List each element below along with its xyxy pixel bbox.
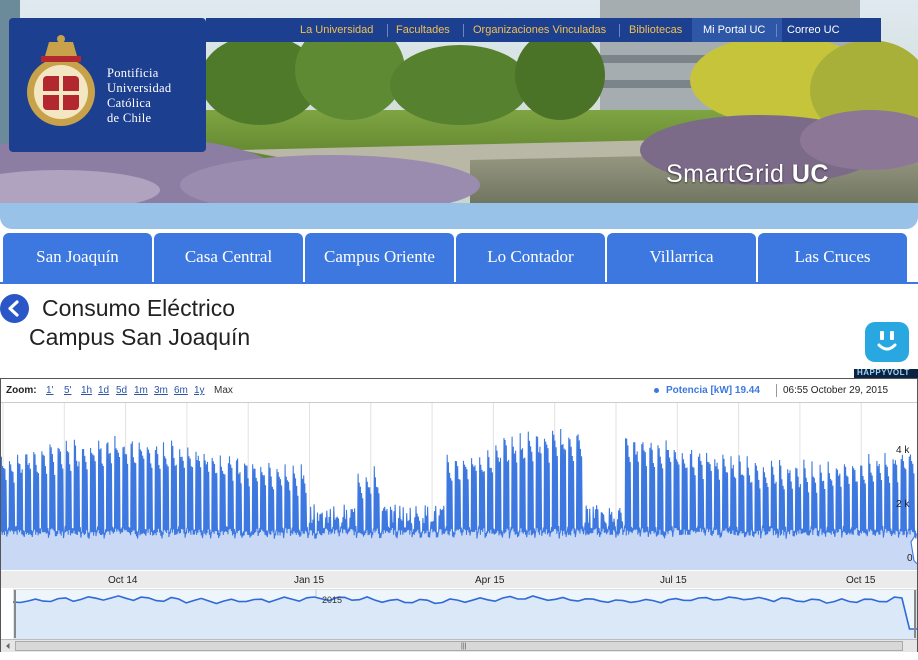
zoom-5-days[interactable]: 5d [116, 385, 127, 396]
topnav-divider [619, 24, 620, 37]
scrollbar-grip-icon: ||| [461, 643, 467, 650]
tab-casa-central[interactable]: Casa Central [154, 233, 303, 283]
happyvolt-logo[interactable] [865, 322, 909, 362]
navigator-left-handle[interactable] [14, 590, 16, 638]
topnav-organizaciones-vinculadas[interactable]: Organizaciones Vinculadas [473, 24, 606, 36]
zoom-1-month[interactable]: 1m [134, 385, 148, 396]
topnav-divider [776, 24, 777, 37]
university-name-line-3: Católica [107, 96, 152, 110]
zoom-6-months[interactable]: 6m [174, 385, 188, 396]
page-title: Consumo Eléctrico [42, 295, 236, 321]
tab-san-joaquin[interactable]: San Joaquín [3, 233, 152, 283]
power-chart: Zoom: 1' 5' 1h 1d 5d 1m 3m 6m 1y Max Pot… [0, 378, 918, 652]
chart-toolbar: Zoom: 1' 5' 1h 1d 5d 1m 3m 6m 1y Max Pot… [1, 379, 917, 403]
happyvolt-text: HAPPYVOLT [857, 369, 910, 377]
navigator-year-label: 2015 [322, 595, 343, 605]
x-axis-band [1, 571, 917, 588]
brand-suffix: UC [791, 160, 829, 188]
page-root: Pontificia Universidad Católica de Chile… [0, 0, 918, 660]
legend-timestamp: 06:55 October 29, 2015 [783, 385, 889, 396]
x-tick-oct-15: Oct 15 [846, 575, 876, 586]
zoom-1-year[interactable]: 1y [194, 385, 205, 396]
zoom-label: Zoom: [6, 385, 37, 396]
zoom-max[interactable]: Max [214, 385, 233, 396]
campus-tabs: San Joaquín Casa Central Campus Oriente … [3, 233, 918, 283]
tab-lo-contador[interactable]: Lo Contador [456, 233, 605, 283]
page-subtitle: Campus San Joaquín [29, 324, 251, 350]
brand-prefix: SmartGrid [666, 160, 785, 188]
zoom-1-hour[interactable]: 1h [81, 385, 92, 396]
x-tick-apr-15: Apr 15 [475, 575, 505, 586]
chevron-left-icon [8, 300, 19, 317]
scrollbar-thumb[interactable]: ||| [15, 641, 903, 651]
zoom-5-minutes[interactable]: 5' [64, 385, 71, 396]
university-logo[interactable]: Pontificia Universidad Católica de Chile [9, 18, 206, 152]
topnav-facultades[interactable]: Facultades [396, 24, 450, 36]
chart-scrollbar[interactable]: ||| [1, 639, 917, 652]
scroll-left-arrow-icon[interactable] [3, 641, 13, 651]
topnav-bibliotecas[interactable]: Bibliotecas [629, 24, 682, 36]
x-tick-jan-15: Jan 15 [294, 575, 325, 586]
navigator-right-handle[interactable] [914, 590, 916, 638]
header-strip [0, 203, 918, 229]
y-tick-0: 0 [907, 553, 913, 564]
zoom-1-minute[interactable]: 1' [46, 385, 53, 396]
topnav-correo-uc[interactable]: Correo UC [787, 24, 840, 36]
y-tick-4k: 4 k [896, 445, 910, 456]
legend-divider [776, 384, 777, 397]
legend-series-value[interactable]: Potencia [kW] 19.44 [666, 385, 760, 396]
topnav-la-universidad[interactable]: La Universidad [300, 24, 373, 36]
plot-area[interactable] [1, 403, 917, 576]
tabs-underline [0, 282, 918, 284]
top-navigation: La Universidad Facultades Organizaciones… [206, 18, 881, 42]
smartgrid-brand: SmartGrid UC [666, 160, 829, 189]
happyvolt-badge: HAPPYVOLT [854, 369, 918, 378]
zoom-3-months[interactable]: 3m [154, 385, 168, 396]
x-tick-oct-14: Oct 14 [108, 575, 138, 586]
site-header: Pontificia Universidad Católica de Chile… [0, 0, 918, 205]
legend-marker [654, 388, 659, 393]
university-name-line-1: Pontificia [107, 66, 159, 80]
university-crest-icon [27, 35, 95, 126]
y-tick-2k: 2 k [896, 499, 910, 510]
university-name-line-2: Universidad [107, 81, 172, 95]
topnav-mi-portal-uc[interactable]: Mi Portal UC [703, 24, 765, 36]
tab-villarrica[interactable]: Villarrica [607, 233, 756, 283]
range-navigator[interactable] [13, 589, 917, 639]
plug-socket-icon [877, 331, 897, 351]
zoom-1-day[interactable]: 1d [98, 385, 109, 396]
x-tick-jul-15: Jul 15 [660, 575, 687, 586]
university-name-line-4: de Chile [107, 111, 152, 125]
topnav-divider [387, 24, 388, 37]
topnav-divider [463, 24, 464, 37]
tab-campus-oriente[interactable]: Campus Oriente [305, 233, 454, 283]
back-button[interactable] [0, 294, 29, 323]
tab-las-cruces[interactable]: Las Cruces [758, 233, 907, 283]
